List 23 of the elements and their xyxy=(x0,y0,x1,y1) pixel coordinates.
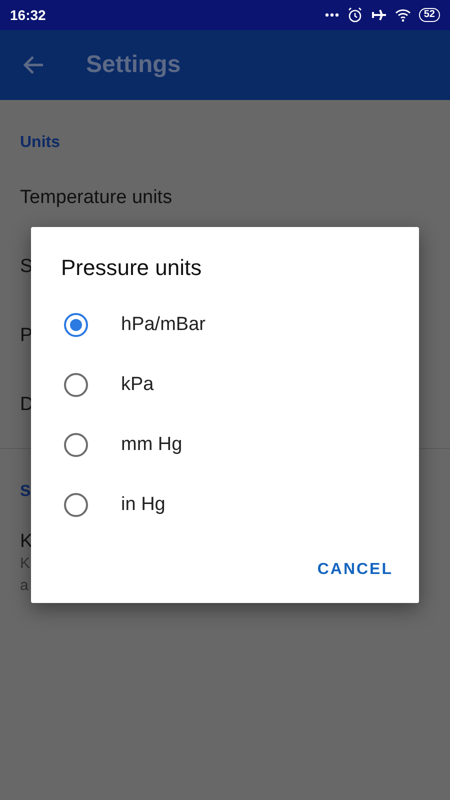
cancel-button[interactable]: CANCEL xyxy=(307,553,403,587)
dialog-title: Pressure units xyxy=(61,255,202,281)
back-arrow-icon[interactable] xyxy=(22,55,44,75)
option-label[interactable]: in Hg xyxy=(121,494,166,516)
setting-title[interactable]: Temperature units xyxy=(20,187,172,209)
setting-title[interactable]: P xyxy=(20,325,33,347)
option-label[interactable]: mm Hg xyxy=(121,434,182,456)
wifi-icon xyxy=(394,8,411,22)
section-header: Units xyxy=(20,134,60,152)
battery-level: 52 xyxy=(418,8,440,22)
screen-title: Settings xyxy=(86,51,181,79)
setting-title[interactable]: K xyxy=(20,531,33,553)
alarm-clock-icon xyxy=(346,7,363,23)
option-label[interactable]: hPa/mBar xyxy=(121,314,206,336)
radio-button[interactable] xyxy=(64,433,88,457)
radio-button[interactable] xyxy=(64,493,88,517)
radio-button[interactable] xyxy=(64,373,88,397)
airplane-icon xyxy=(370,8,387,22)
radio-button[interactable] xyxy=(64,313,88,337)
more-icon xyxy=(324,13,339,17)
section-header: S xyxy=(20,483,31,501)
option-label[interactable]: kPa xyxy=(121,374,154,396)
clock: 16:32 xyxy=(10,7,46,23)
